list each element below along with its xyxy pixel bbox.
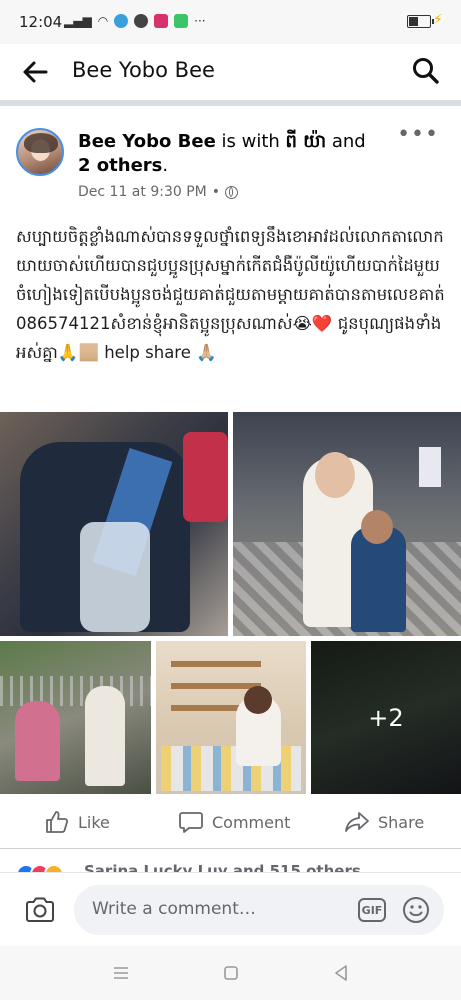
comment-composer: Write a comment… GIF <box>0 872 461 947</box>
page-title: Bee Yobo Bee <box>72 58 215 82</box>
charging-icon: ⚡ <box>433 12 443 28</box>
post-author-line: Bee Yobo Bee is with ពី យ៉ា and 2 others… <box>78 130 378 178</box>
share-button[interactable]: Share <box>344 796 424 848</box>
photo-4[interactable] <box>156 641 306 794</box>
battery-icon <box>407 15 434 28</box>
tagged-others[interactable]: 2 others <box>78 155 162 176</box>
more-notifications-icon: ··· <box>194 14 206 28</box>
status-icons: ▂▄▆ ◠ ··· <box>64 14 206 28</box>
post-text: សប្បាយចិត្តខ្លាំងណាស់បានទទួលថ្នាំពេទ្យនឹ… <box>16 227 445 362</box>
share-icon <box>345 812 369 832</box>
comment-button[interactable]: Comment <box>178 796 290 848</box>
like-button[interactable]: Like <box>44 796 110 848</box>
post-actions: Like Comment Share <box>0 796 461 849</box>
post-meta: Dec 11 at 9:30 PM • <box>78 184 238 200</box>
author-name[interactable]: Bee Yobo Bee <box>78 131 216 152</box>
and-text: and <box>326 131 366 152</box>
comment-icon <box>179 812 203 833</box>
system-nav-bar <box>0 946 461 1000</box>
comment-input[interactable]: Write a comment… GIF <box>74 885 444 935</box>
nav-back-icon[interactable] <box>328 960 354 986</box>
globe-icon <box>225 185 238 199</box>
messenger-icon <box>134 14 149 28</box>
home-icon[interactable] <box>218 960 244 986</box>
post-timestamp[interactable]: Dec 11 at 9:30 PM <box>78 184 207 200</box>
chat-app-icon <box>174 14 189 28</box>
meta-separator: • <box>211 184 220 200</box>
photo-5-more[interactable]: +2 <box>311 641 461 794</box>
menu-icon[interactable] <box>108 960 134 986</box>
smile-icon[interactable] <box>402 896 430 924</box>
camera-icon[interactable] <box>24 895 56 925</box>
instagram-icon <box>154 14 169 28</box>
share-label: Share <box>378 812 425 832</box>
search-icon[interactable] <box>411 56 441 86</box>
tagged-friend[interactable]: ពី យ៉ា <box>286 131 327 152</box>
photo-1[interactable] <box>0 412 228 636</box>
comment-placeholder: Write a comment… <box>92 899 256 919</box>
more-icon[interactable]: ••• <box>397 124 439 146</box>
back-arrow-icon[interactable] <box>20 57 50 87</box>
like-icon <box>46 811 69 833</box>
gif-icon[interactable]: GIF <box>358 898 386 922</box>
comment-label: Comment <box>212 812 291 832</box>
status-bar: 12:04 ▂▄▆ ◠ ··· ⚡ <box>0 0 461 44</box>
photo-grid: +2 <box>0 412 461 794</box>
avatar[interactable] <box>16 128 64 176</box>
status-time: 12:04 <box>19 13 63 31</box>
author-period: . <box>162 155 169 176</box>
photo-2[interactable] <box>233 412 461 636</box>
post-header: Bee Yobo Bee is with ពី យ៉ា and 2 others… <box>0 106 461 208</box>
like-label: Like <box>78 812 110 832</box>
app-header: Bee Yobo Bee <box>0 44 461 106</box>
more-photos-count: +2 <box>368 703 404 732</box>
photo-3[interactable] <box>0 641 151 794</box>
telegram-icon <box>114 14 129 28</box>
with-text: is with <box>215 131 286 152</box>
signal-icon: ▂▄▆ <box>64 14 92 28</box>
wifi-icon: ◠ <box>97 14 109 28</box>
